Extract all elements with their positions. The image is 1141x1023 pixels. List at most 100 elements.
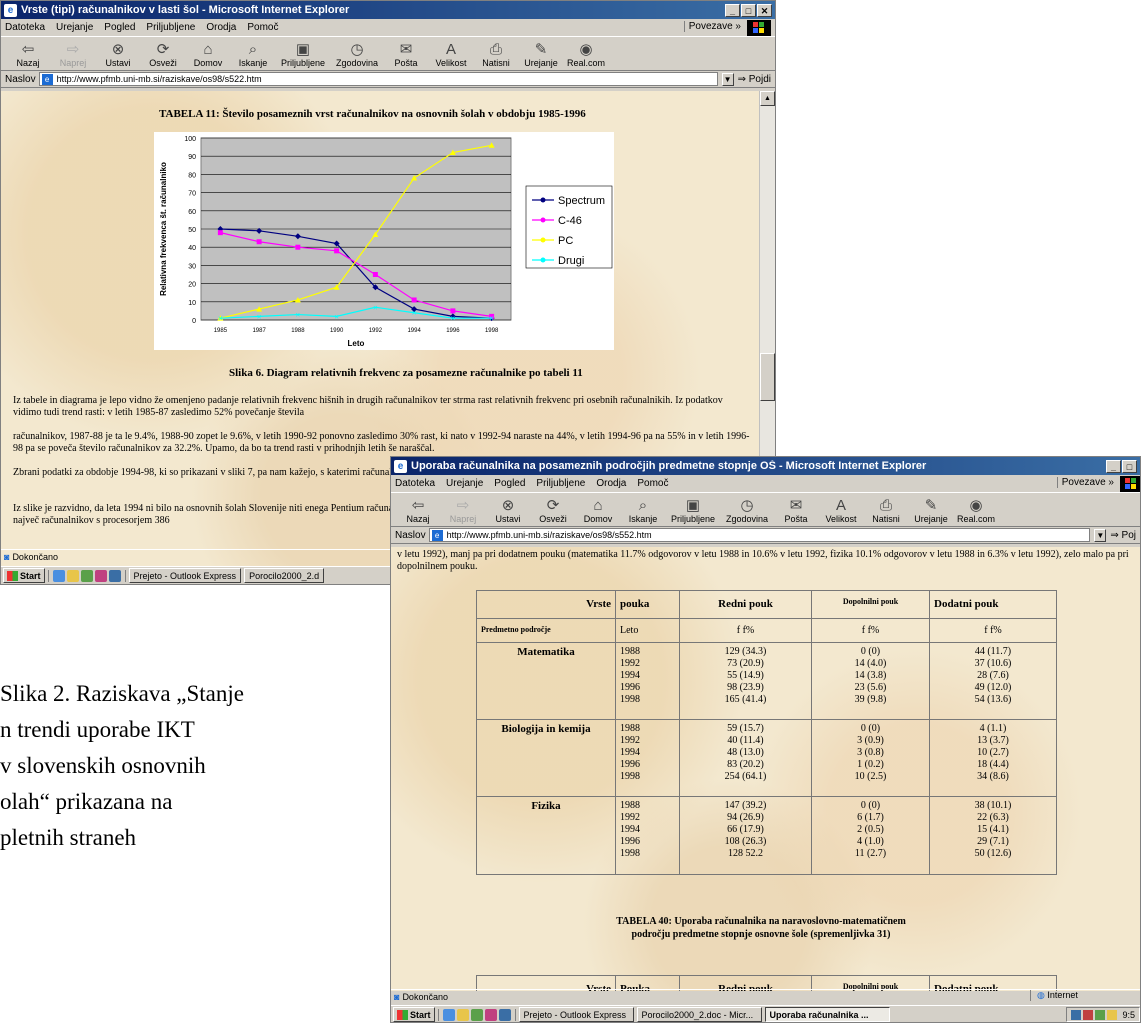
media-quicklaunch-icon[interactable] [108,569,121,582]
windows-logo-icon [747,20,771,36]
realcom-button[interactable]: ◉ Real.com [565,41,607,68]
tray-icon-1[interactable] [1071,1009,1082,1020]
system-tray: 9:5 [1066,1007,1140,1022]
edit-button[interactable]: ✎ Urejanje [910,497,952,524]
address-input[interactable]: e http://www.pfmb.uni-mb.si/raziskave/os9… [428,528,1091,542]
back-button[interactable]: ⇦ Nazaj [7,41,49,68]
menu-file[interactable]: Datoteka [5,22,45,33]
go-button[interactable]: ⇒ Poj [1110,530,1136,541]
task-outlook[interactable]: Prejeto - Outlook Express [518,1007,634,1022]
history-button[interactable]: ◷ Zgodovina [332,41,382,68]
tray-icon-3[interactable] [1095,1009,1106,1020]
address-dropdown-icon[interactable]: ▼ [721,72,734,86]
minimize-icon[interactable]: _ [1106,459,1121,473]
windows-logo-icon [1120,476,1140,492]
favorites-button[interactable]: ▣ Priljubljene [667,497,719,524]
tray-icon-2[interactable] [1083,1009,1094,1020]
header-dopolnilni: Dopolnilni pouk [811,590,930,619]
maximize-icon[interactable]: □ [1122,459,1137,473]
channels-quicklaunch-icon[interactable] [94,569,107,582]
close-icon[interactable]: ✕ [757,3,772,17]
menu-tools[interactable]: Orodja [206,22,236,33]
links-button[interactable]: Povezave » [1056,477,1114,488]
forward-label: Naprej [449,514,477,524]
go-button[interactable]: ⇒ Pojdi [738,74,771,85]
window-2-titlebar[interactable]: e Uporaba računalnika na posameznih podr… [391,457,1140,475]
outlook-quicklaunch-icon[interactable] [66,569,79,582]
start-label: Start [20,570,41,581]
address-dropdown-icon[interactable]: ▼ [1094,528,1107,542]
menu-edit[interactable]: Urejanje [446,478,483,489]
task-word[interactable]: Porocilo2000_2.d [244,568,325,583]
paragraph-1: Iz tabele in diagrama je lepo vidno že o… [13,395,723,418]
size-button[interactable]: A Velikost [820,497,862,524]
scroll-thumb[interactable] [760,353,775,401]
tray-icon-4[interactable] [1107,1009,1118,1020]
font-size-icon: A [445,41,456,58]
menu-tools[interactable]: Orodja [596,478,626,489]
refresh-label: Osveži [539,514,567,524]
start-button[interactable]: Start [393,1007,435,1022]
media-quicklaunch-icon[interactable] [498,1008,511,1021]
home-button[interactable]: ⌂ Domov [187,41,229,68]
desktop-quicklaunch-icon[interactable] [470,1008,483,1021]
print-button[interactable]: ⎙ Natisni [475,41,517,68]
ie-quicklaunch-icon[interactable] [442,1008,455,1021]
data-point-c-46 [372,272,378,277]
header-ff-redni: f f% [679,618,812,643]
refresh-button[interactable]: ⟳ Osveži [532,497,574,524]
menu-edit[interactable]: Urejanje [56,22,93,33]
redni-cell: 59 (15.7) 40 (11.4) 48 (13.0) 83 (20.2) … [679,719,812,797]
desktop-quicklaunch-icon[interactable] [80,569,93,582]
realcom-label: Real.com [566,58,605,68]
mail-icon: ✉ [399,41,413,58]
minimize-icon[interactable]: _ [725,3,740,17]
mail-button[interactable]: ✉ Pošta [775,497,817,524]
refresh-button[interactable]: ⟳ Osveži [142,41,184,68]
x-tick-label: 1996 [446,328,460,334]
favorites-button[interactable]: ▣ Priljubljene [277,41,329,68]
ie-quicklaunch-icon[interactable] [52,569,65,582]
menu-favorites[interactable]: Priljubljene [146,22,195,33]
menu-help[interactable]: Pomoč [247,22,278,33]
task-word[interactable]: Porocilo2000_2.doc - Micr... [636,1007,762,1022]
scroll-up-icon[interactable]: ▲ [760,91,775,106]
realcom-button[interactable]: ◉ Real.com [955,497,997,524]
print-label: Natisni [872,514,900,524]
menu-view[interactable]: Pogled [494,478,525,489]
y-tick-label: 70 [188,191,196,198]
forward-button[interactable]: ⇨ Naprej [442,497,484,524]
menu-view[interactable]: Pogled [104,22,135,33]
stop-button[interactable]: ⊗ Ustavi [487,497,529,524]
print-button[interactable]: ⎙ Natisni [865,497,907,524]
links-button[interactable]: Povezave » [683,21,741,32]
window-2-menubar: Datoteka Urejanje Pogled Priljubljene Or… [391,475,1140,493]
start-button[interactable]: Start [3,568,45,583]
stop-button[interactable]: ⊗ Ustavi [97,41,139,68]
mail-label: Pošta [784,514,808,524]
channels-quicklaunch-icon[interactable] [484,1008,497,1021]
size-button[interactable]: A Velikost [430,41,472,68]
search-button[interactable]: ⌕ Iskanje [622,497,664,524]
dodatni-cell: 38 (10.1) 22 (6.3) 15 (4.1) 29 (7.1) 50 … [929,796,1057,875]
forward-button[interactable]: ⇨ Naprej [52,41,94,68]
menu-help[interactable]: Pomoč [637,478,668,489]
menu-file[interactable]: Datoteka [395,478,435,489]
address-input[interactable]: e http://www.pfmb.uni-mb.si/raziskave/os9… [38,72,718,86]
task-outlook[interactable]: Prejeto - Outlook Express [128,568,242,583]
realcom-label: Real.com [956,514,995,524]
back-button[interactable]: ⇦ Nazaj [397,497,439,524]
edit-button[interactable]: ✎ Urejanje [520,41,562,68]
task-ie-active[interactable]: Uporaba računalnika ... [764,1007,890,1022]
quick-launch [437,1008,516,1021]
outlook-quicklaunch-icon[interactable] [456,1008,469,1021]
mail-button[interactable]: ✉ Pošta [385,41,427,68]
maximize-icon[interactable]: □ [741,3,756,17]
search-button[interactable]: ⌕ Iskanje [232,41,274,68]
usage-table: Vrste pouka Redni pouk Dopolnilni pouk D… [476,590,1057,875]
history-button[interactable]: ◷ Zgodovina [722,497,772,524]
window-2-title: Uporaba računalnika na posameznih področ… [411,460,927,472]
window-1-titlebar[interactable]: e Vrste (tipi) računalnikov v lasti šol … [1,1,775,19]
home-button[interactable]: ⌂ Domov [577,497,619,524]
menu-favorites[interactable]: Priljubljene [536,478,585,489]
